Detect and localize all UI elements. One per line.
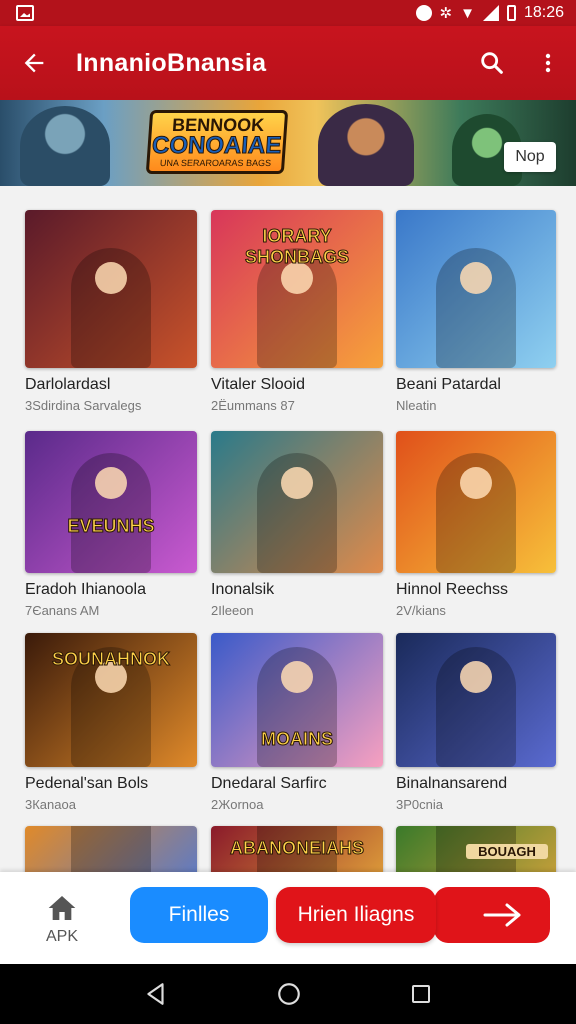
game-card[interactable]: Binalnansarend 3Р0cniа: [396, 633, 556, 812]
game-art-text: EVEUNHS: [67, 516, 155, 537]
game-card[interactable]: Hinnol Reechss 2V/kians: [396, 431, 556, 618]
game-thumbnail[interactable]: [396, 633, 556, 767]
secondary-action-button[interactable]: Hrien Iliagns: [276, 887, 436, 943]
forward-button[interactable]: [434, 887, 550, 943]
game-meta: 2Ёummans 87: [211, 398, 295, 413]
app-bar: InnanioВnansia: [0, 26, 576, 100]
status-time: 18:26: [523, 4, 564, 21]
game-thumbnail[interactable]: [25, 210, 197, 368]
game-name: Darlolardasl: [25, 376, 111, 393]
arrow-back-icon: [24, 53, 44, 73]
banner-logo: BENNOOK CONOAIAE UNA SERAROARAS BAGS: [145, 110, 289, 174]
wifi-icon: ▼: [460, 4, 475, 22]
system-nav-bar: [0, 964, 576, 1024]
game-character-art: [436, 248, 516, 368]
gallery-icon: [16, 5, 34, 21]
game-meta: 2Іleeon: [211, 603, 254, 618]
game-thumbnail[interactable]: [211, 431, 383, 573]
game-name: Beani Patardal: [396, 376, 501, 393]
game-card[interactable]: IORARY SHONBAGS Vitaler Slooid 2Ёummans …: [211, 210, 383, 413]
banner-logo-line2: CONOAIAE: [151, 132, 283, 160]
game-meta: 2Жornoa: [211, 797, 264, 812]
game-thumbnail[interactable]: BOUAGH: [396, 826, 556, 872]
settings-icon: ✲: [439, 5, 453, 22]
game-thumbnail[interactable]: IORARY SHONBAGS: [211, 210, 383, 368]
game-grid: Darlolardasl 3Ѕdirdina Sarvalegs IORARY …: [0, 186, 576, 872]
page-title: InnanioВnansia: [76, 48, 267, 77]
game-name: Pedenal'san Bols: [25, 775, 149, 792]
banner-ad-button[interactable]: Nop: [504, 142, 556, 172]
search-button[interactable]: [464, 26, 520, 100]
game-art-text: ABANONEIAHS: [229, 838, 364, 859]
primary-action-button[interactable]: Finlles: [130, 887, 268, 943]
home-icon: [48, 896, 76, 920]
more-vert-icon: [545, 53, 551, 73]
banner-logo-line3: UNA SERAROARAS BAGS: [159, 158, 272, 168]
game-character-art: [436, 453, 516, 573]
notification-dot-icon: [415, 5, 432, 21]
game-card[interactable]: Beani Patardal Nleatin: [396, 210, 556, 413]
game-thumbnail[interactable]: SOUNAHNOK: [25, 633, 197, 767]
share-icon: [481, 52, 503, 74]
game-meta: Nleatin: [396, 398, 437, 413]
game-name: Binalnansarend: [396, 775, 508, 792]
game-meta: 2V/kians: [396, 603, 446, 618]
game-card[interactable]: [25, 826, 197, 872]
game-card[interactable]: Inonalsik 2Іleeon: [211, 431, 383, 618]
overflow-menu-button[interactable]: [520, 26, 576, 100]
apk-label: APK: [45, 928, 78, 945]
game-art-text: MOAINS: [261, 729, 334, 750]
game-thumbnail[interactable]: [25, 826, 197, 872]
game-thumbnail[interactable]: [396, 210, 556, 368]
signal-icon: [482, 5, 499, 21]
game-name: Dnedaral Sarfirc: [211, 775, 327, 792]
game-art-text: IORARY SHONBAGS: [244, 225, 349, 267]
banner-hero-left: [20, 106, 110, 186]
game-character-art: [257, 453, 337, 573]
game-art-text: SOUNAHNOK: [51, 649, 170, 670]
game-name: Hinnol Reechss: [396, 581, 509, 598]
game-card[interactable]: Darlolardasl 3Ѕdirdina Sarvalegs: [25, 210, 197, 413]
game-thumbnail[interactable]: EVEUNHS: [25, 431, 197, 573]
game-meta: 3Каnaoa: [25, 797, 76, 812]
game-art-text: BOUAGH: [466, 844, 548, 859]
game-character-art: [436, 647, 516, 767]
game-card[interactable]: SOUNAHNOK Pedenal'san Bols 3Каnaoa: [25, 633, 197, 812]
game-card[interactable]: ABANONEIAHS: [211, 826, 383, 872]
recents-square-icon[interactable]: [409, 982, 433, 1006]
back-button[interactable]: [0, 26, 68, 100]
back-triangle-icon[interactable]: [143, 981, 169, 1007]
arrow-forward-icon: [483, 903, 521, 927]
game-thumbnail[interactable]: ABANONEIAHS: [211, 826, 383, 872]
game-character-art: [71, 453, 151, 573]
apk-tab[interactable]: APK: [26, 892, 98, 956]
game-name: Vitaler Slooid: [211, 376, 305, 393]
game-character-art: [71, 826, 151, 872]
bottom-action-bar: APK Finlles Hrien Iliagns: [0, 872, 576, 964]
game-meta: 3Ѕdirdina Sarvalegs: [25, 398, 142, 413]
game-character-art: [71, 248, 151, 368]
game-thumbnail[interactable]: [396, 431, 556, 573]
ad-banner[interactable]: BENNOOK CONOAIAE UNA SERAROARAS BAGS Nop: [0, 100, 576, 186]
game-card[interactable]: EVEUNHS Eradoh Ihianoola 7Єanans AM: [25, 431, 197, 618]
game-name: Eradoh Ihianoola: [25, 581, 146, 598]
game-meta: 3Р0cniа: [396, 797, 443, 812]
game-thumbnail[interactable]: MOAINS: [211, 633, 383, 767]
game-card[interactable]: BOUAGH: [396, 826, 556, 872]
home-circle-icon[interactable]: [276, 981, 302, 1007]
game-card[interactable]: MOAINS Dnedaral Sarfirc 2Жornoa: [211, 633, 383, 812]
banner-hero-center: [318, 104, 414, 186]
game-name: Inonalsik: [211, 581, 275, 598]
status-bar: ✲ ▼ 18:26: [0, 0, 576, 26]
game-meta: 7Єanans AM: [25, 603, 100, 618]
battery-icon: [506, 5, 516, 21]
